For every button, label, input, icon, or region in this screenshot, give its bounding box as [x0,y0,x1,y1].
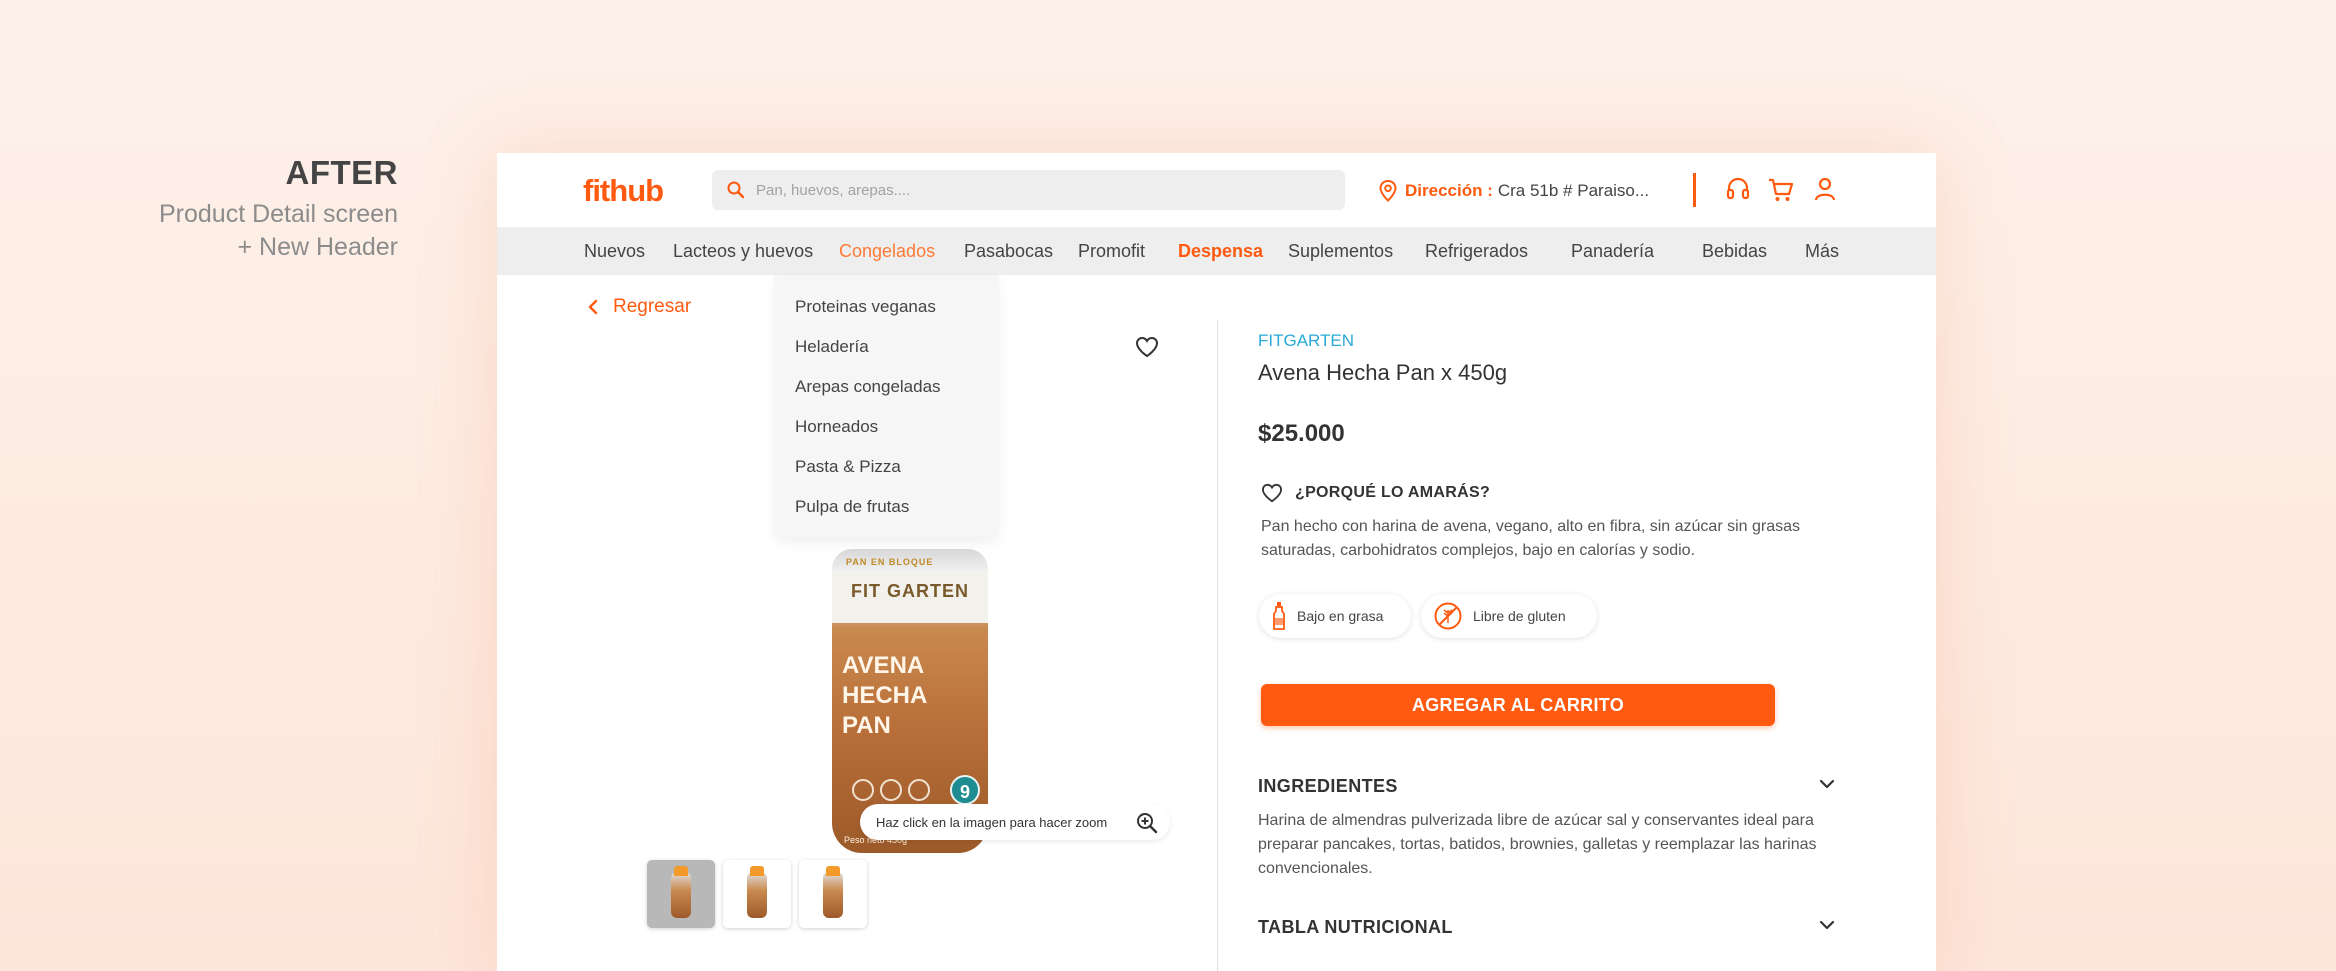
nav-item-nuevos[interactable]: Nuevos [584,241,645,262]
heart-icon [1261,483,1283,503]
dropdown-item[interactable]: Arepas congeladas [795,377,941,397]
column-divider [1217,320,1218,971]
dropdown-item[interactable]: Pasta & Pizza [795,457,901,477]
package-number: 9 [950,775,980,805]
search-icon [727,181,745,199]
oil-bottle-icon [1273,602,1285,630]
user-icon[interactable] [1813,176,1837,202]
zoom-in-icon[interactable] [1136,812,1158,834]
search-input[interactable] [756,170,1316,210]
nav-item-lacteos[interactable]: Lacteos y huevos [673,241,813,262]
nav-item-suplementos[interactable]: Suplementos [1288,241,1393,262]
badge-gluten-free-label: Libre de gluten [1473,608,1566,624]
caption-line-1: Product Detail screen [158,200,398,228]
nav-item-pasabocas[interactable]: Pasabocas [964,241,1053,262]
badge-low-fat: Bajo en grasa [1259,594,1411,638]
product-title: Avena Hecha Pan x 450g [1258,360,1508,385]
product-description: Pan hecho con harina de avena, vegano, a… [1261,518,1801,559]
dropdown-item[interactable]: Heladería [795,337,869,357]
app-frame: fithub Dirección : Cra 51b # Paraiso... [497,153,1936,971]
product-thumbnail-2[interactable] [723,860,791,928]
location-pin-icon [1379,180,1397,202]
why-love-title: ¿PORQUÉ LO AMARÁS? [1295,484,1491,501]
product-thumbnail-3[interactable] [799,860,867,928]
add-to-cart-button[interactable]: AGREGAR AL CARRITO [1261,684,1775,726]
address-value: Cra 51b # Paraiso... [1497,181,1650,200]
back-label: Regresar [613,296,692,317]
zoom-hint-text: Haz click en la imagen para hacer zoom [876,815,1108,830]
chevron-left-icon [588,299,598,315]
back-link[interactable]: Regresar [587,296,691,318]
support-headset-icon[interactable] [1725,176,1751,202]
ingredients-text: Harina de almendras pulverizada libre de… [1258,812,1817,877]
address-selector[interactable]: Dirección : Cra 51b # Paraiso... [1379,180,1649,202]
no-gluten-icon [1434,602,1462,630]
package-seals [852,779,930,801]
package-band: PAN EN BLOQUE FIT GARTEN [832,557,988,623]
product-price: $25.000 [1258,420,1345,447]
nav-item-mas[interactable]: Más [1805,241,1839,262]
nav-item-despensa[interactable]: Despensa [1178,241,1263,262]
caption-title: AFTER [285,154,398,191]
nutrition-table-heading[interactable]: TABLA NUTRICIONAL [1258,917,1453,938]
badge-gluten-free: Libre de gluten [1421,594,1597,638]
caption-line-2: + New Header [237,233,399,261]
congelados-dropdown: Proteinas veganas Heladería Arepas conge… [774,275,999,537]
favorite-heart-icon[interactable] [1135,336,1159,358]
ingredients-heading[interactable]: INGREDIENTES [1258,776,1398,797]
nav-item-panaderia[interactable]: Panadería [1571,241,1654,262]
product-brand[interactable]: FITGARTEN [1258,331,1354,351]
dropdown-item[interactable]: Horneados [795,417,878,437]
package-name: AVENA HECHA PAN [842,652,927,739]
nav-item-bebidas[interactable]: Bebidas [1702,241,1767,262]
address-label: Dirección : [1405,181,1493,200]
why-love-heading: ¿PORQUÉ LO AMARÁS? [1261,483,1490,503]
search-bar[interactable] [712,170,1345,210]
category-nav: Nuevos Lacteos y huevos Congelados Pasab… [497,227,1936,275]
header-divider [1693,173,1696,207]
dropdown-item[interactable]: Proteinas veganas [795,297,936,317]
header: fithub Dirección : Cra 51b # Paraiso... [497,153,1936,227]
badge-low-fat-label: Bajo en grasa [1297,608,1384,624]
nav-item-promofit[interactable]: Promofit [1078,241,1145,262]
dropdown-item[interactable]: Pulpa de frutas [795,497,909,517]
nav-item-congelados[interactable]: Congelados [839,241,935,262]
chevron-down-icon[interactable] [1818,918,1836,932]
fithub-logo[interactable]: fithub [583,173,664,209]
package-tag: PAN EN BLOQUE [846,557,934,567]
chevron-down-icon[interactable] [1818,777,1836,791]
caption: AFTER Product Detail screen + New Header [38,154,398,264]
nav-item-refrigerados[interactable]: Refrigerados [1425,241,1528,262]
package-brand: FIT GARTEN [851,581,969,601]
product-thumbnail-1[interactable] [647,860,715,928]
cart-icon[interactable] [1767,176,1795,204]
zoom-hint[interactable]: Haz click en la imagen para hacer zoom [860,804,1170,840]
